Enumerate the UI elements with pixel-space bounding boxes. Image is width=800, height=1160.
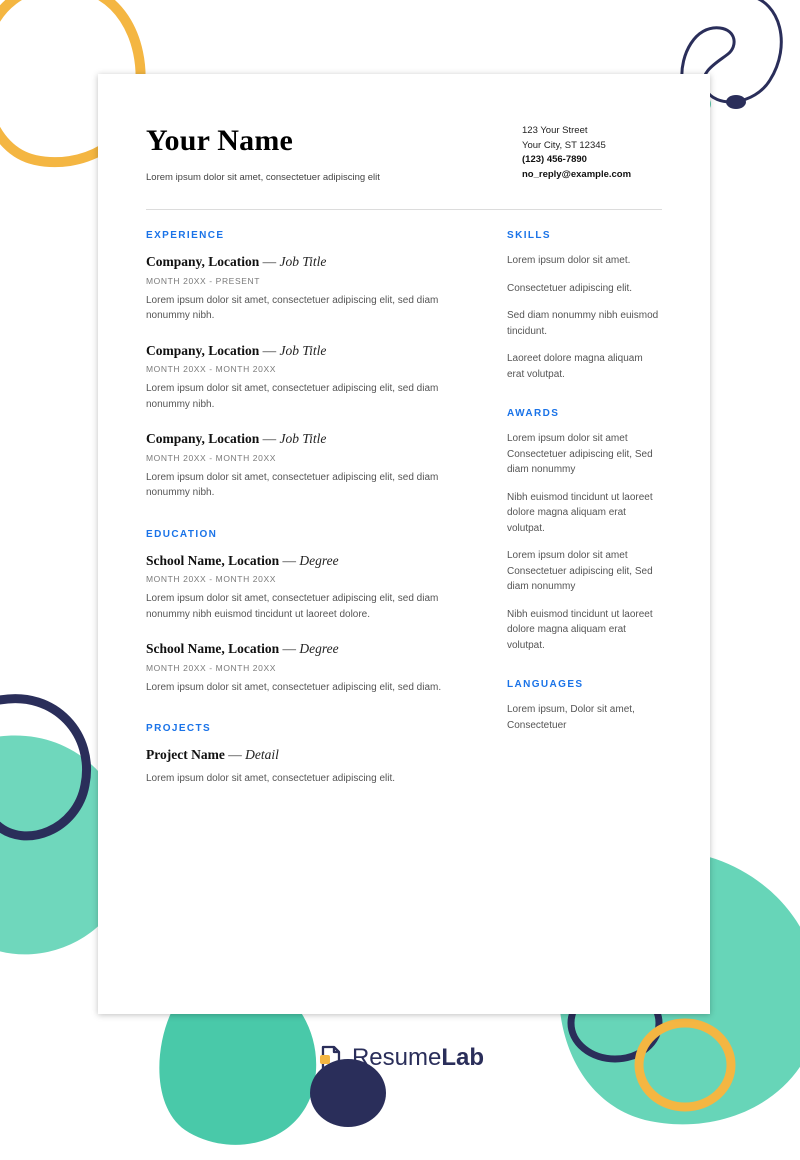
section-title-languages: LANGUAGES [507, 679, 662, 690]
education-entry: School Name, Location — Degree MONTH 20X… [146, 640, 475, 695]
bg-blob-yellow-ring-bottom [625, 1005, 745, 1125]
awards-item: Nibh euismod tincidunt ut laoreet dolore… [507, 607, 662, 654]
dates-text: MONTH 20XX - MONTH 20XX [146, 364, 475, 374]
brand-logo: ResumeLab [316, 1044, 484, 1072]
degree-text: Degree [299, 553, 338, 568]
location-text: Location [208, 431, 259, 446]
dates-text: MONTH 20XX - MONTH 20XX [146, 574, 475, 584]
header-divider [146, 209, 662, 210]
school-text: School Name, [146, 553, 225, 568]
address-line-1: 123 Your Street [522, 124, 662, 139]
brand-icon [316, 1044, 344, 1072]
body-text: Lorem ipsum dolor sit amet, consectetuer… [146, 293, 475, 324]
awards-item: Nibh euismod tincidunt ut laoreet dolore… [507, 490, 662, 537]
contact-block: 123 Your Street Your City, ST 12345 (123… [522, 124, 662, 183]
location-text: Location [208, 343, 259, 358]
skills-item: Laoreet dolore magna aliquam erat volutp… [507, 351, 662, 382]
email-text: no_reply@example.com [522, 168, 662, 183]
resume-header: Your Name Lorem ipsum dolor sit amet, co… [146, 124, 662, 183]
brand-text-1: Resume [352, 1044, 441, 1071]
company-text: Company, [146, 431, 205, 446]
body-text: Lorem ipsum dolor sit amet, consectetuer… [146, 470, 475, 501]
section-title-projects: PROJECTS [146, 723, 475, 734]
experience-entry: Company, Location — Job Title MONTH 20XX… [146, 342, 475, 413]
project-name-text: Project Name [146, 747, 225, 762]
education-entry: School Name, Location — Degree MONTH 20X… [146, 552, 475, 623]
side-column: SKILLS Lorem ipsum dolor sit amet. Conse… [507, 230, 662, 804]
address-line-2: Your City, ST 12345 [522, 139, 662, 154]
school-text: School Name, [146, 641, 225, 656]
main-column: EXPERIENCE Company, Location — Job Title… [146, 230, 475, 804]
skills-item: Lorem ipsum dolor sit amet. [507, 253, 662, 269]
degree-text: Degree [299, 641, 338, 656]
body-text: Lorem ipsum dolor sit amet, consectetuer… [146, 680, 475, 696]
awards-item: Lorem ipsum dolor sit amet Consectetuer … [507, 431, 662, 478]
role-text: Job Title [280, 343, 327, 358]
location-text: Location [228, 553, 279, 568]
experience-entry: Company, Location — Job Title MONTH 20XX… [146, 430, 475, 501]
body-text: Lorem ipsum dolor sit amet, consectetuer… [146, 771, 475, 787]
resume-page: Your Name Lorem ipsum dolor sit amet, co… [98, 74, 710, 1014]
body-text: Lorem ipsum dolor sit amet, consectetuer… [146, 591, 475, 622]
project-detail-text: Detail [245, 747, 279, 762]
company-text: Company, [146, 343, 205, 358]
section-title-skills: SKILLS [507, 230, 662, 241]
skills-item: Sed diam nonummy nibh euismod tincidunt. [507, 308, 662, 339]
skills-item: Consectetuer adipiscing elit. [507, 281, 662, 297]
dates-text: MONTH 20XX - MONTH 20XX [146, 663, 475, 673]
dates-text: MONTH 20XX - MONTH 20XX [146, 453, 475, 463]
experience-entry: Company, Location — Job Title MONTH 20XX… [146, 253, 475, 324]
role-text: Job Title [280, 254, 327, 269]
role-text: Job Title [280, 431, 327, 446]
phone-text: (123) 456-7890 [522, 153, 662, 168]
location-text: Location [208, 254, 259, 269]
subtitle-text: Lorem ipsum dolor sit amet, consectetuer… [146, 172, 380, 183]
company-text: Company, [146, 254, 205, 269]
languages-item: Lorem ipsum, Dolor sit amet, Consectetue… [507, 702, 662, 733]
body-text: Lorem ipsum dolor sit amet, consectetuer… [146, 381, 475, 412]
awards-item: Lorem ipsum dolor sit amet Consectetuer … [507, 548, 662, 595]
name-heading: Your Name [146, 124, 380, 158]
project-entry: Project Name — Detail Lorem ipsum dolor … [146, 746, 475, 786]
section-title-education: EDUCATION [146, 529, 475, 540]
section-title-awards: AWARDS [507, 408, 662, 419]
brand-text-2: Lab [441, 1044, 484, 1071]
dates-text: MONTH 20XX - PRESENT [146, 276, 475, 286]
location-text: Location [228, 641, 279, 656]
bg-blob-navy-stroke [0, 690, 105, 850]
section-title-experience: EXPERIENCE [146, 230, 475, 241]
